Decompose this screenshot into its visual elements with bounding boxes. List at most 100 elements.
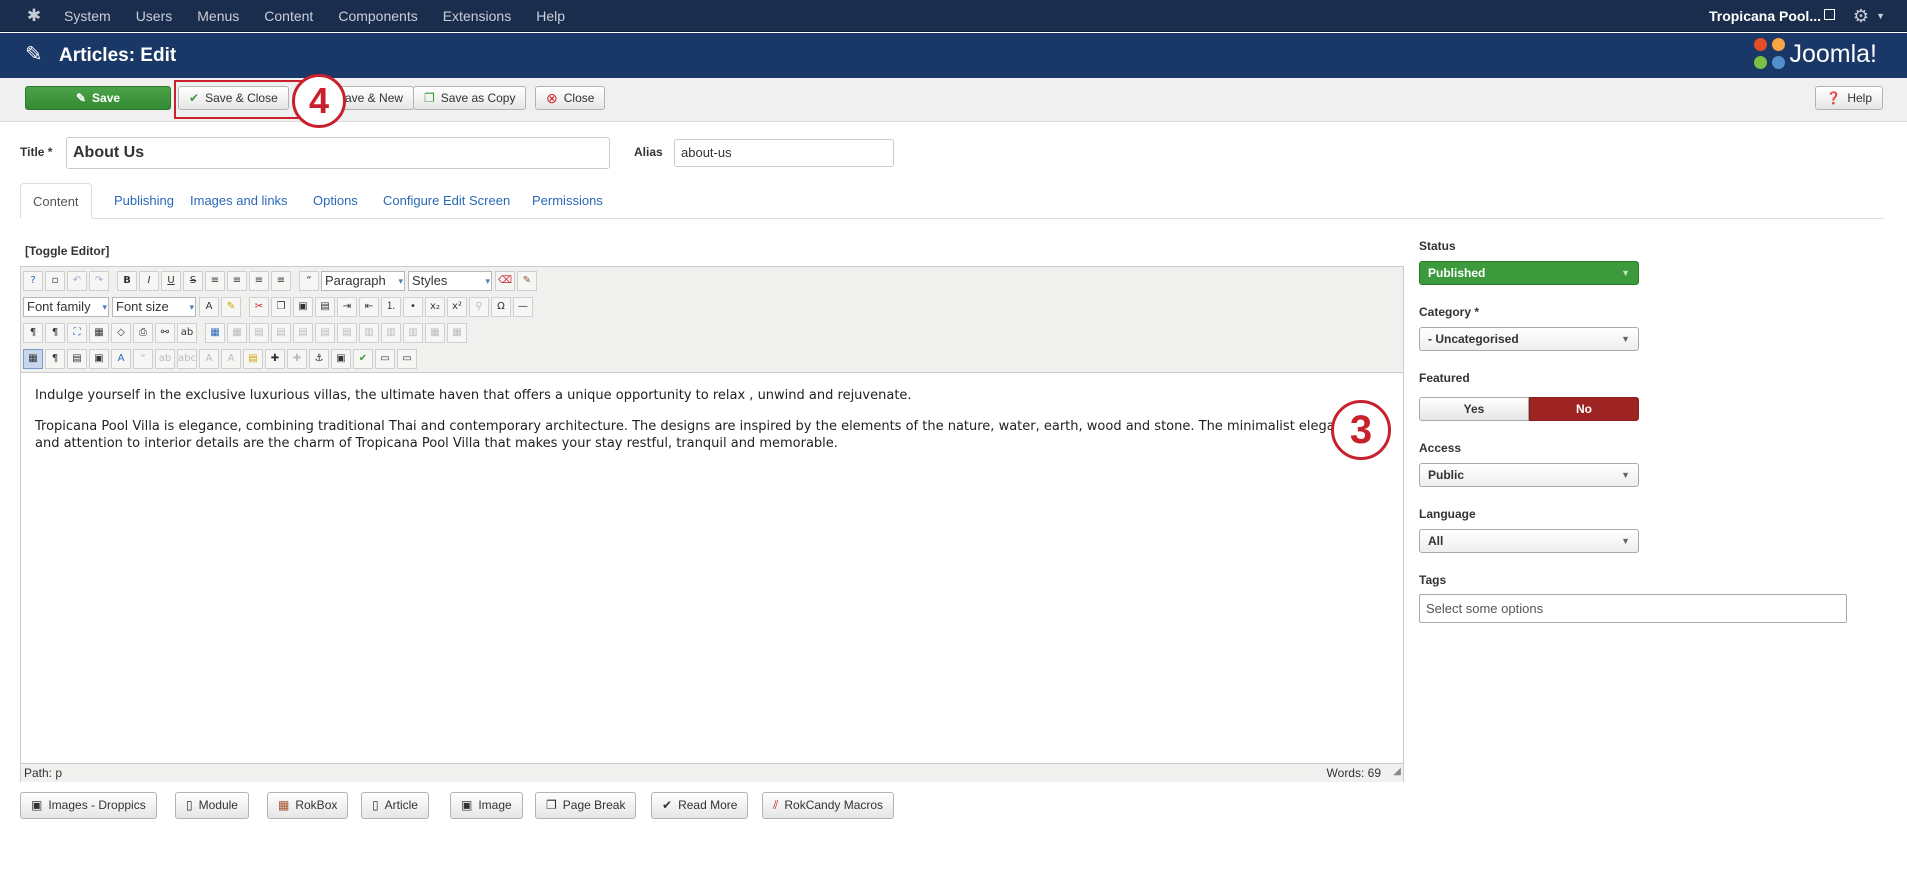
featured-no-button[interactable]: No	[1529, 397, 1639, 421]
delete-table-icon[interactable]: ▦	[227, 323, 247, 343]
menu-extensions[interactable]: Extensions	[443, 0, 511, 32]
style-icon[interactable]: A	[111, 349, 131, 369]
tab-content[interactable]: Content	[20, 183, 92, 219]
paragraph[interactable]: Tropicana Pool Villa is elegance, combin…	[35, 418, 1365, 452]
align-justify-icon[interactable]: ≡	[205, 271, 225, 291]
language-select[interactable]: All ▼	[1419, 529, 1639, 553]
save-as-copy-button[interactable]: ❐ Save as Copy	[413, 86, 527, 110]
font-size-select[interactable]: Font size	[112, 297, 196, 317]
italic-icon[interactable]: I	[139, 271, 159, 291]
indent-icon[interactable]: ⇥	[337, 297, 357, 317]
visual-aid-icon[interactable]: ▦	[23, 349, 43, 369]
page-break-button[interactable]: ❐ Page Break	[535, 792, 637, 819]
align-right-icon[interactable]: ≡	[271, 271, 291, 291]
abbr-icon[interactable]: ab	[155, 349, 175, 369]
col-after-icon[interactable]: ▥	[381, 323, 401, 343]
delete-col-icon[interactable]: ▥	[403, 323, 423, 343]
eraser-icon[interactable]: ⌫	[495, 271, 515, 291]
site-link[interactable]: Tropicana Pool...	[1709, 0, 1821, 32]
paste-icon[interactable]: ▣	[293, 297, 313, 317]
rokcandy-macros-button[interactable]: ⫽ RokCandy Macros	[762, 792, 895, 819]
menu-components[interactable]: Components	[338, 0, 417, 32]
cell-props-icon[interactable]: ▤	[271, 323, 291, 343]
template-icon[interactable]: ▤	[67, 349, 87, 369]
format-select[interactable]: Paragraph	[321, 271, 405, 291]
cite-icon[interactable]: “	[133, 349, 153, 369]
horizontal-rule-icon[interactable]: —	[513, 297, 533, 317]
row-props-icon[interactable]: ▤	[249, 323, 269, 343]
code-icon[interactable]: ◇	[111, 323, 131, 343]
tab-permissions[interactable]: Permissions	[520, 183, 615, 219]
tab-configure-edit-screen[interactable]: Configure Edit Screen	[371, 183, 522, 219]
redo-icon[interactable]: ↷	[89, 271, 109, 291]
pagebreak-icon[interactable]: ▭	[397, 349, 417, 369]
anchor-icon[interactable]: ⚓	[309, 349, 329, 369]
external-link-icon[interactable]	[1824, 9, 1835, 20]
menu-content[interactable]: Content	[264, 0, 313, 32]
paragraph[interactable]: Indulge yourself in the exclusive luxuri…	[35, 387, 1365, 404]
align-left-icon[interactable]: ≡	[249, 271, 269, 291]
link-icon[interactable]: ⚲	[469, 297, 489, 317]
replace-icon[interactable]: ab	[177, 323, 197, 343]
preview-icon[interactable]: ▦	[89, 323, 109, 343]
styles-select[interactable]: Styles	[408, 271, 492, 291]
chevron-down-icon[interactable]: ▼	[1876, 9, 1885, 23]
superscript-icon[interactable]: x²	[447, 297, 467, 317]
image-button[interactable]: ▣ Image	[450, 792, 523, 819]
copy-icon[interactable]: ❐	[271, 297, 291, 317]
menu-menus[interactable]: Menus	[197, 0, 239, 32]
rokbox-button[interactable]: ▦ RokBox	[267, 792, 349, 819]
table-icon[interactable]: ▦	[205, 323, 225, 343]
subscript-icon[interactable]: x₂	[425, 297, 445, 317]
status-select[interactable]: Published ▼	[1419, 261, 1639, 285]
blockquote-icon[interactable]: “	[299, 271, 319, 291]
title-input[interactable]: About Us	[66, 137, 610, 169]
spellcheck-icon[interactable]: ✔	[353, 349, 373, 369]
nonbreaking-icon[interactable]: ▭	[375, 349, 395, 369]
numbered-list-icon[interactable]: ⒈	[381, 297, 401, 317]
editor-content[interactable]: Indulge yourself in the exclusive luxuri…	[35, 387, 1365, 466]
read-more-button[interactable]: ✔ Read More	[651, 792, 749, 819]
access-select[interactable]: Public ▼	[1419, 463, 1639, 487]
show-blocks-icon[interactable]: ¶	[45, 349, 65, 369]
category-select[interactable]: - Uncategorised ▼	[1419, 327, 1639, 351]
tab-images-and-links[interactable]: Images and links	[178, 183, 300, 219]
bold-icon[interactable]: B	[117, 271, 137, 291]
layer-icon[interactable]: ✚	[265, 349, 285, 369]
menu-system[interactable]: System	[64, 0, 111, 32]
cleanup-brush-icon[interactable]: ✎	[517, 271, 537, 291]
toggle-editor-link[interactable]: [Toggle Editor]	[25, 244, 109, 258]
ltr-icon[interactable]: ¶	[23, 323, 43, 343]
col-before-icon[interactable]: ▥	[359, 323, 379, 343]
help-button[interactable]: ❓ Help	[1815, 86, 1883, 110]
image-icon[interactable]: ▣	[89, 349, 109, 369]
align-center-icon[interactable]: ≡	[227, 271, 247, 291]
highlight-color-icon[interactable]: ✎	[221, 297, 241, 317]
row-before-icon[interactable]: ▤	[293, 323, 313, 343]
paste-text-icon[interactable]: ▤	[315, 297, 335, 317]
gear-icon[interactable]: ⚙	[1853, 3, 1869, 29]
row-after-icon[interactable]: ▤	[315, 323, 335, 343]
attributes-icon[interactable]: ▤	[243, 349, 263, 369]
delete-row-icon[interactable]: ▤	[337, 323, 357, 343]
joomla-menu-icon[interactable]: ✱	[24, 6, 44, 26]
rtl-icon[interactable]: ¶	[45, 323, 65, 343]
resize-handle-icon[interactable]: ◢	[1393, 763, 1401, 781]
close-button[interactable]: ⊗ Close	[535, 86, 606, 110]
help-icon[interactable]: ?	[23, 271, 43, 291]
print-icon[interactable]: ⎙	[133, 323, 153, 343]
tab-options[interactable]: Options	[301, 183, 370, 219]
featured-yes-button[interactable]: Yes	[1419, 397, 1529, 421]
save-button[interactable]: ✎ Save	[25, 86, 171, 110]
strikethrough-icon[interactable]: S	[183, 271, 203, 291]
alias-input[interactable]: about-us	[674, 139, 894, 167]
undo-icon[interactable]: ↶	[67, 271, 87, 291]
text-color-icon[interactable]: A	[199, 297, 219, 317]
special-character-icon[interactable]: Ω	[491, 297, 511, 317]
split-cells-icon[interactable]: ▦	[425, 323, 445, 343]
fullscreen-icon[interactable]: ⛶	[67, 323, 87, 343]
tags-input[interactable]: Select some options	[1419, 594, 1847, 623]
ins-icon[interactable]: A	[221, 349, 241, 369]
media-icon[interactable]: ▣	[331, 349, 351, 369]
cut-icon[interactable]: ✂	[249, 297, 269, 317]
